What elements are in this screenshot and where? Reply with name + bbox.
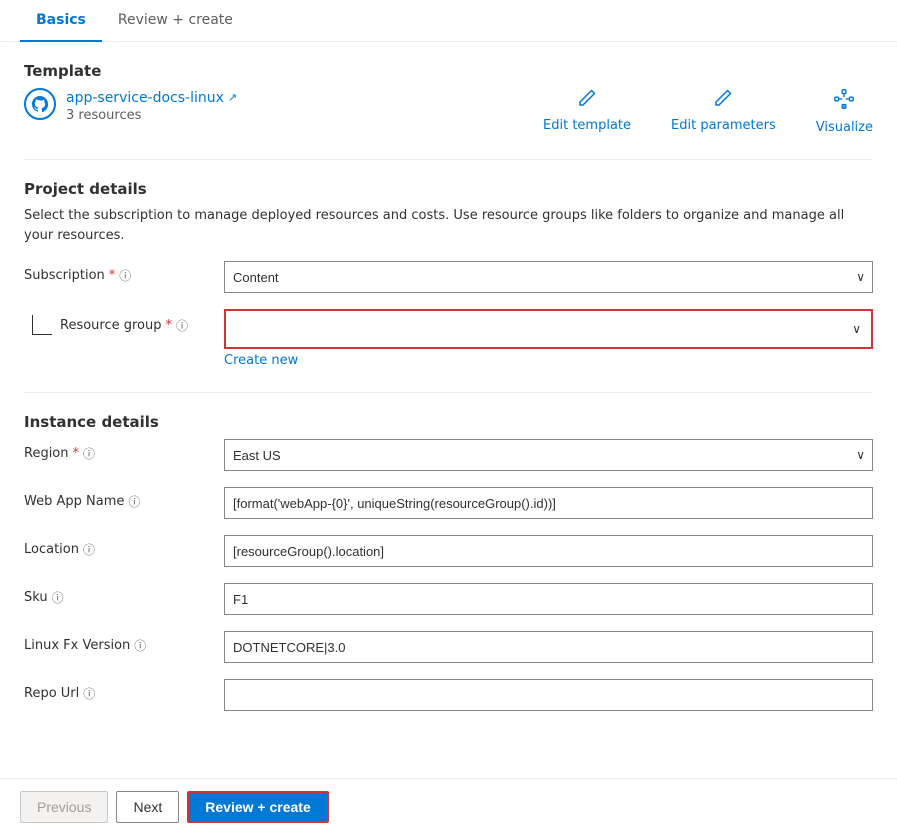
instance-details-section: Instance details Region * ⓘ East US ∨ We… <box>24 413 873 711</box>
web-app-name-row: Web App Name ⓘ <box>24 487 873 519</box>
resource-group-label: Resource group * ⓘ <box>24 309 224 335</box>
location-row: Location ⓘ <box>24 535 873 567</box>
web-app-name-input[interactable] <box>224 487 873 519</box>
location-control <box>224 535 873 567</box>
footer: Previous Next Review + create <box>0 778 897 835</box>
linux-fx-version-input[interactable] <box>224 631 873 663</box>
linux-fx-version-label: Linux Fx Version ⓘ <box>24 631 224 654</box>
sku-info-icon[interactable]: ⓘ <box>52 589 64 606</box>
next-button[interactable]: Next <box>116 791 179 823</box>
external-link-icon: ↗ <box>228 91 237 104</box>
resource-group-control: ∨ Create new <box>224 309 873 368</box>
template-resources: 3 resources <box>66 108 237 123</box>
resource-group-select-wrapper: ∨ <box>228 313 869 345</box>
template-heading: Template <box>24 62 873 80</box>
region-select[interactable]: East US <box>224 439 873 471</box>
linux-fx-version-control <box>224 631 873 663</box>
visualize-icon <box>833 88 855 114</box>
tabs-bar: Basics Review + create <box>0 0 897 42</box>
template-section: Template app-service-docs-linux ↗ 3 reso… <box>24 62 873 135</box>
sku-input[interactable] <box>224 583 873 615</box>
resource-group-row: Resource group * ⓘ ∨ Create new <box>24 309 873 368</box>
main-content: Template app-service-docs-linux ↗ 3 reso… <box>0 42 897 755</box>
divider-1 <box>24 159 873 160</box>
project-details-heading: Project details <box>24 180 873 198</box>
project-description: Select the subscription to manage deploy… <box>24 206 873 245</box>
indent-line <box>32 315 52 335</box>
subscription-row: Subscription * ⓘ Content ∨ <box>24 261 873 293</box>
edit-parameters-action[interactable]: Edit parameters <box>671 88 776 135</box>
location-info-icon[interactable]: ⓘ <box>83 541 95 558</box>
create-new-link[interactable]: Create new <box>224 353 873 368</box>
resource-group-error-border: ∨ <box>224 309 873 349</box>
location-label: Location ⓘ <box>24 535 224 558</box>
template-info: app-service-docs-linux ↗ 3 resources Edi… <box>24 88 873 135</box>
visualize-action[interactable]: Visualize <box>816 88 873 135</box>
previous-button[interactable]: Previous <box>20 791 108 823</box>
subscription-required: * <box>109 268 116 283</box>
tab-basics[interactable]: Basics <box>20 0 102 42</box>
edit-template-icon <box>577 88 597 112</box>
web-app-name-control <box>224 487 873 519</box>
web-app-name-info-icon[interactable]: ⓘ <box>128 493 140 510</box>
sku-label: Sku ⓘ <box>24 583 224 606</box>
repo-url-row: Repo Url ⓘ <box>24 679 873 711</box>
repo-url-control <box>224 679 873 711</box>
sku-control <box>224 583 873 615</box>
sku-row: Sku ⓘ <box>24 583 873 615</box>
template-name-link[interactable]: app-service-docs-linux ↗ <box>66 90 237 106</box>
linux-fx-version-row: Linux Fx Version ⓘ <box>24 631 873 663</box>
edit-template-action[interactable]: Edit template <box>543 88 631 135</box>
resource-group-info-icon[interactable]: ⓘ <box>176 317 188 334</box>
region-select-wrapper: East US ∨ <box>224 439 873 471</box>
repo-url-input[interactable] <box>224 679 873 711</box>
template-left: app-service-docs-linux ↗ 3 resources <box>24 88 237 124</box>
subscription-control: Content ∨ <box>224 261 873 293</box>
region-required: * <box>73 446 80 461</box>
subscription-select-wrapper: Content ∨ <box>224 261 873 293</box>
region-info-icon[interactable]: ⓘ <box>83 445 95 462</box>
instance-details-heading: Instance details <box>24 413 873 431</box>
review-create-button[interactable]: Review + create <box>187 791 328 823</box>
region-row: Region * ⓘ East US ∨ <box>24 439 873 471</box>
subscription-select[interactable]: Content <box>224 261 873 293</box>
linux-fx-info-icon[interactable]: ⓘ <box>134 637 146 654</box>
resource-group-select[interactable] <box>228 313 869 345</box>
project-details-section: Project details Select the subscription … <box>24 180 873 368</box>
subscription-info-icon[interactable]: ⓘ <box>119 267 131 284</box>
subscription-label: Subscription * ⓘ <box>24 261 224 284</box>
resource-group-required: * <box>166 318 173 333</box>
edit-parameters-icon <box>713 88 733 112</box>
region-label: Region * ⓘ <box>24 439 224 462</box>
tab-review-create[interactable]: Review + create <box>102 0 249 42</box>
web-app-name-label: Web App Name ⓘ <box>24 487 224 510</box>
template-actions: Edit template Edit parameters <box>543 88 873 135</box>
region-control: East US ∨ <box>224 439 873 471</box>
location-input[interactable] <box>224 535 873 567</box>
repo-url-label: Repo Url ⓘ <box>24 679 224 702</box>
github-icon <box>24 88 56 124</box>
divider-2 <box>24 392 873 393</box>
template-name-block: app-service-docs-linux ↗ 3 resources <box>66 90 237 123</box>
repo-url-info-icon[interactable]: ⓘ <box>83 685 95 702</box>
